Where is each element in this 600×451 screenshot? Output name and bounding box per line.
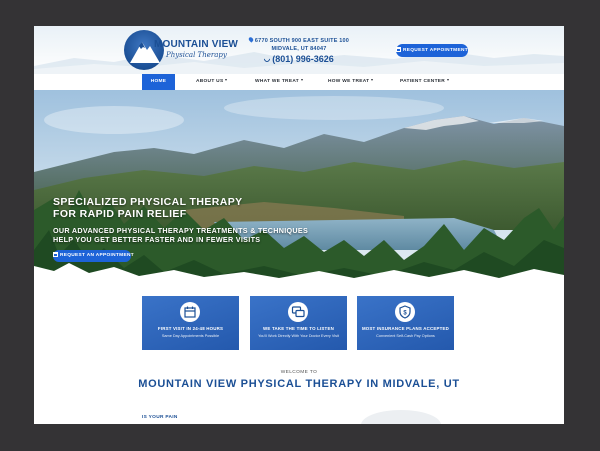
welcome-eyebrow: WELCOME TO <box>280 370 318 375</box>
site-header: MOUNTAIN VIEW Physical Therapy 6770 SOUT… <box>34 26 564 74</box>
contact-info: 6770 SOUTH 900 EAST SUITE 100 MIDVALE, U… <box>234 36 364 64</box>
decorative-shape <box>361 410 441 424</box>
card-subtitle: Convenient Self-Cash Pay Options <box>376 334 435 338</box>
logo-subtitle: Physical Therapy <box>166 51 227 59</box>
svg-text:$: $ <box>403 311 407 317</box>
page-title: MOUNTAIN VIEW PHYSICAL THERAPY IN MIDVAL… <box>138 378 460 390</box>
card-title: MOST INSURANCE PLANS ACCEPTED <box>361 326 450 331</box>
hero-banner: SPECIALIZED PHYSICAL THERAPY FOR RAPID P… <box>34 90 564 280</box>
calendar-icon <box>53 252 58 257</box>
browser-viewport: MOUNTAIN VIEW Physical Therapy 6770 SOUT… <box>34 26 564 424</box>
feature-card-listen[interactable]: WE TAKE THE TIME TO LISTEN You'll Work D… <box>250 296 347 350</box>
nav-what-we-treat[interactable]: WHAT WE TREAT <box>255 74 303 90</box>
hero-title: SPECIALIZED PHYSICAL THERAPY FOR RAPID P… <box>53 196 243 220</box>
shield-dollar-icon: $ <box>395 302 415 322</box>
phone-link[interactable]: (801) 996-3626 <box>234 54 364 64</box>
header-request-appointment-button[interactable]: REQUEST APPOINTMENT <box>396 44 468 57</box>
site-logo[interactable]: MOUNTAIN VIEW Physical Therapy <box>124 30 244 72</box>
main-nav: HOME ABOUT US WHAT WE TREAT HOW WE TREAT… <box>34 74 564 90</box>
calendar-icon <box>396 47 402 52</box>
address-line-2[interactable]: MIDVALE, UT 84047 <box>234 45 364 53</box>
chat-icon <box>288 302 308 322</box>
hero-request-appointment-button[interactable]: REQUEST AN APPOINTMENT <box>53 250 134 262</box>
chevron-down-icon <box>371 79 374 81</box>
address-line-1[interactable]: 6770 SOUTH 900 EAST SUITE 100 <box>234 36 364 45</box>
card-subtitle: Same Day Appointments Possible <box>161 334 220 338</box>
nav-patient-center[interactable]: PATIENT CENTER <box>400 74 450 90</box>
feature-card-insurance[interactable]: $ MOST INSURANCE PLANS ACCEPTED Convenie… <box>357 296 454 350</box>
hero-subtitle: OUR ADVANCED PHYSICAL THERAPY TREATMENTS… <box>53 226 309 244</box>
phone-icon <box>262 54 272 64</box>
calendar-icon <box>180 302 200 322</box>
card-title: FIRST VISIT IN 24-48 HOURS <box>157 326 224 331</box>
map-pin-icon <box>247 36 255 43</box>
section-label: IS YOUR PAIN <box>142 415 178 420</box>
nav-home[interactable]: HOME <box>142 74 175 90</box>
card-subtitle: You'll Work Directly With Your Doctor Ev… <box>258 334 339 338</box>
nav-about-us[interactable]: ABOUT US <box>196 74 228 90</box>
logo-mountain-icon <box>124 30 164 70</box>
nav-how-we-treat[interactable]: HOW WE TREAT <box>328 74 374 90</box>
chevron-down-icon <box>447 79 450 81</box>
chevron-down-icon <box>300 79 303 81</box>
chevron-down-icon <box>225 79 228 81</box>
card-title: WE TAKE THE TIME TO LISTEN <box>263 326 334 331</box>
feature-card-first-visit[interactable]: FIRST VISIT IN 24-48 HOURS Same Day Appo… <box>142 296 239 350</box>
logo-name: MOUNTAIN VIEW <box>154 39 239 50</box>
